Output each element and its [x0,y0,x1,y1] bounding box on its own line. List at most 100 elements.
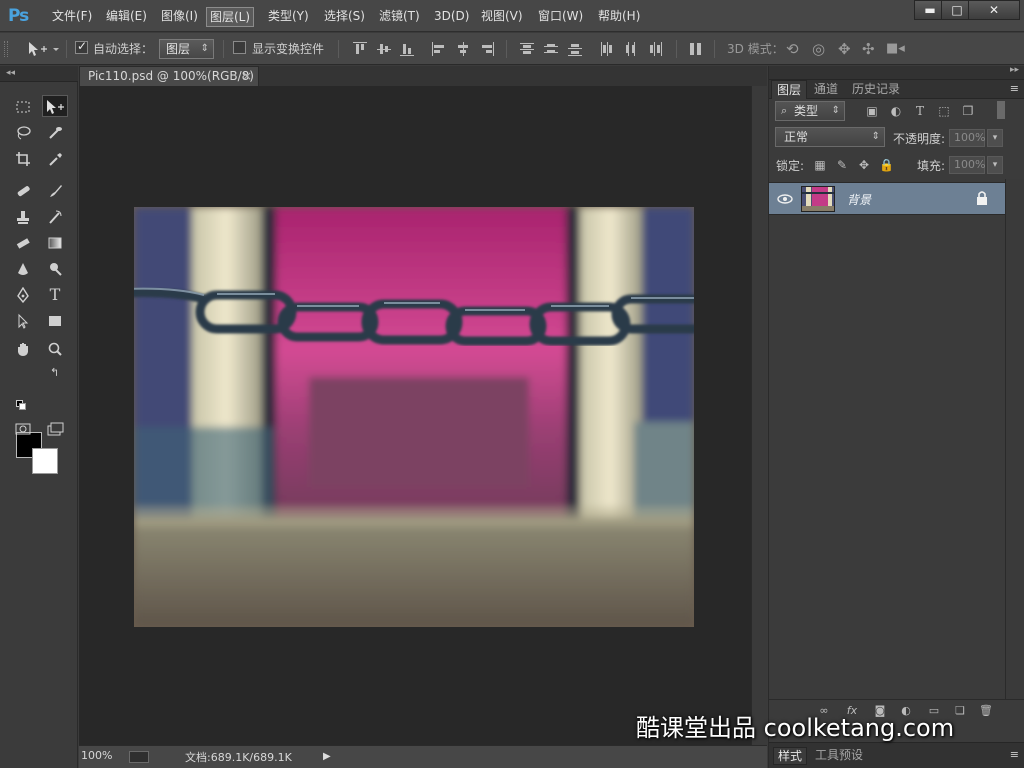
brush-tool-icon[interactable] [42,180,68,202]
menu-edit[interactable]: 编辑(E) [106,9,147,26]
blur-tool-icon[interactable] [10,258,36,280]
lock-position-icon[interactable]: ✥ [857,158,871,172]
toolbox-collapse-icon[interactable]: ◂◂ [0,66,78,82]
visibility-eye-icon[interactable] [775,190,795,208]
pen-tool-icon[interactable] [10,284,36,306]
align-bottom-icon[interactable] [400,42,414,56]
filter-adjustment-icon[interactable]: ◐ [889,104,903,118]
menu-3d[interactable]: 3D(D) [434,9,469,26]
menu-view[interactable]: 视图(V) [481,9,523,26]
distribute-right-icon[interactable] [648,42,662,56]
gradient-tool-icon[interactable] [42,232,68,254]
layer-list[interactable] [769,179,1005,699]
filter-type-icon[interactable]: T [913,104,927,118]
menu-file[interactable]: 文件(F) [52,9,92,26]
marquee-tool-icon[interactable] [10,96,36,118]
quick-select-tool-icon[interactable] [42,122,68,144]
menu-image[interactable]: 图像(I) [161,9,198,26]
type-tool-icon[interactable]: T [42,284,68,306]
menu-type[interactable]: 类型(Y) [268,9,309,26]
close-tab-icon[interactable]: × [242,67,252,86]
tab-styles[interactable]: 样式 [773,747,808,765]
align-left-icon[interactable] [432,42,446,56]
fill-dropdown-icon[interactable]: ▾ [987,156,1003,174]
tab-channels[interactable]: 通道 [809,80,843,99]
filter-smart-object-icon[interactable]: ❐ [961,104,975,118]
document-tab[interactable]: Pic110.psd @ 100%(RGB/8) × [79,66,259,86]
bottom-panel-menu-icon[interactable]: ≡ [1010,748,1019,761]
3d-roll-icon[interactable]: ◎ [812,40,825,58]
eyedropper-tool-icon[interactable] [42,148,68,170]
distribute-left-icon[interactable] [600,42,614,56]
healing-brush-tool-icon[interactable] [10,180,36,202]
menu-help[interactable]: 帮助(H) [598,9,640,26]
auto-align-icon[interactable] [689,42,703,56]
default-colors-icon[interactable] [16,400,26,410]
distribute-top-icon[interactable] [520,42,534,56]
filter-pixel-icon[interactable]: ▣ [865,104,879,118]
align-top-icon[interactable] [353,42,367,56]
layer-filter-dropdown[interactable]: ⌕ 类型 [775,101,845,121]
fill-field[interactable]: 100% [949,156,985,174]
menu-layer[interactable]: 图层(L) [206,7,255,27]
align-hcenter-icon[interactable] [456,42,470,56]
swap-colors-icon[interactable]: ↰ [50,366,59,379]
zoom-tool-icon[interactable] [42,338,68,360]
opacity-dropdown-icon[interactable]: ▾ [987,129,1003,147]
opacity-field[interactable]: 100% [949,129,985,147]
vertical-scrollbar[interactable] [751,86,767,745]
zoom-level[interactable]: 100% [81,749,112,762]
dodge-tool-icon[interactable] [42,258,68,280]
background-color-swatch[interactable] [32,448,58,474]
filter-toggle[interactable] [997,101,1005,119]
document-image[interactable] [134,207,694,627]
3d-rotate-icon[interactable]: ⟲ [786,40,799,58]
layer-filter-label: 类型 [794,104,819,118]
blend-mode-dropdown[interactable]: 正常 [775,127,885,147]
new-layer-icon[interactable]: ❏ [953,704,967,718]
menu-window[interactable]: 窗口(W) [538,9,583,26]
layer-name[interactable]: 背景 [847,191,871,208]
tab-layers[interactable]: 图层 [771,80,808,99]
eraser-tool-icon[interactable] [10,232,36,254]
close-button[interactable]: ✕ [968,0,1020,20]
path-selection-tool-icon[interactable] [10,310,36,332]
lock-image-icon[interactable]: ✎ [835,158,849,172]
lock-transparent-icon[interactable]: ▦ [813,158,827,172]
menu-filter[interactable]: 滤镜(T) [379,9,420,26]
3d-scale-icon[interactable]: ■◂ [886,40,905,58]
distribute-hcenter-icon[interactable] [624,42,638,56]
lasso-tool-icon[interactable] [10,122,36,144]
layer-row-background[interactable]: 背景 [769,182,1005,215]
filter-shape-icon[interactable]: ⬚ [937,104,951,118]
3d-slide-icon[interactable]: ✣ [862,40,875,58]
align-vcenter-icon[interactable] [377,42,391,56]
panel-menu-icon[interactable]: ≡ [1010,82,1019,95]
clone-stamp-tool-icon[interactable] [10,206,36,228]
status-preview-icon[interactable] [129,751,149,763]
move-tool-preset[interactable] [26,40,60,58]
distribute-bottom-icon[interactable] [568,42,582,56]
crop-tool-icon[interactable] [10,148,36,170]
quick-mask-icon[interactable] [10,418,36,440]
panel-collapse-icon[interactable]: ▸▸ [1010,65,1019,75]
status-menu-arrow-icon[interactable]: ▶ [323,751,331,762]
tab-history[interactable]: 历史记录 [847,80,905,99]
auto-select-target-dropdown[interactable]: 图层 [159,39,214,59]
hand-tool-icon[interactable] [10,338,36,360]
screen-mode-icon[interactable] [42,418,68,440]
delete-layer-icon[interactable]: 🗑 [979,704,993,718]
show-transform-checkbox[interactable] [233,41,246,54]
tab-tool-presets[interactable]: 工具预设 [811,747,867,765]
distribute-vcenter-icon[interactable] [544,42,558,56]
menu-select[interactable]: 选择(S) [324,9,365,26]
move-tool-icon[interactable] [42,95,68,117]
lock-all-icon[interactable]: 🔒 [879,158,894,172]
align-right-icon[interactable] [480,42,494,56]
rectangle-tool-icon[interactable] [42,310,68,332]
auto-select-checkbox[interactable] [75,39,88,54]
layer-list-scrollbar[interactable] [1005,179,1024,699]
3d-pan-icon[interactable]: ✥ [838,40,851,58]
history-brush-tool-icon[interactable] [42,206,68,228]
panel-collapse-bar[interactable]: ▸▸ [769,65,1024,80]
